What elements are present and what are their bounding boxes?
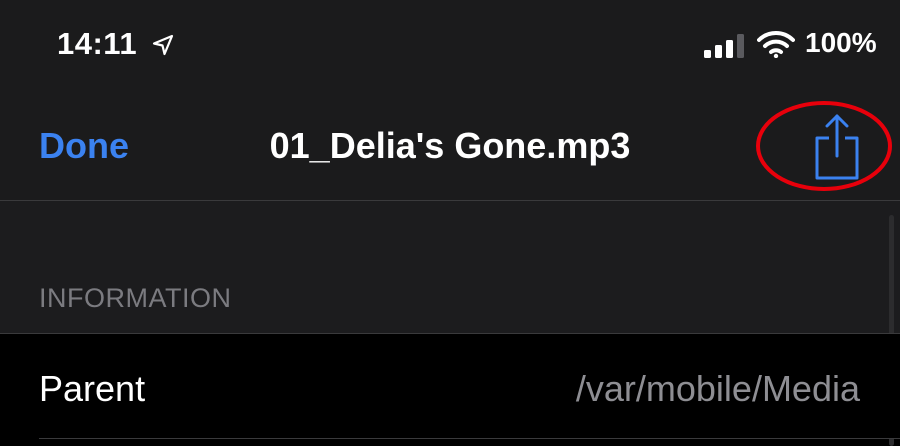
wifi-icon: [757, 30, 795, 58]
navigation-bar: Done 01_Delia's Gone.mp3: [0, 90, 900, 200]
section-header: INFORMATION: [39, 283, 232, 313]
cell-divider: [39, 438, 900, 439]
row-label: Parent: [39, 368, 146, 409]
cellular-signal-icon: [704, 34, 744, 58]
status-bar: 14:11 100%: [0, 0, 900, 90]
info-row-parent[interactable]: Parent /var/mobile/Media: [0, 334, 900, 438]
share-icon[interactable]: [812, 110, 862, 182]
status-time: 14:11: [57, 26, 138, 61]
row-value: /var/mobile/Media: [575, 368, 860, 409]
page-title: 01_Delia's Gone.mp3: [269, 125, 631, 166]
location-arrow-icon: [152, 34, 174, 56]
battery-percentage: 100%: [805, 27, 877, 58]
